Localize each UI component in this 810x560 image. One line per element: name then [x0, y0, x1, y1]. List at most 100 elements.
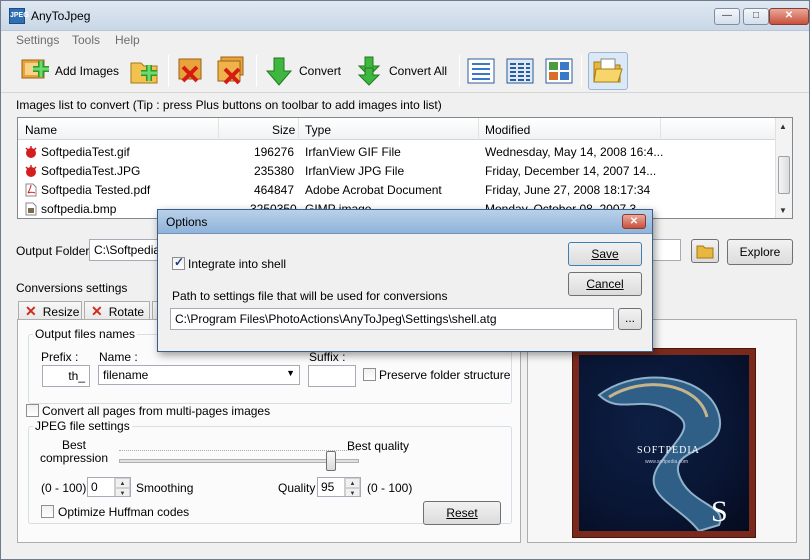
dialog-title-bar: Options ✕	[158, 210, 652, 234]
scroll-up-arrow-icon[interactable]: ▲	[779, 122, 787, 131]
browse-path-button[interactable]: ...	[618, 308, 642, 330]
file-type: Adobe Acrobat Document	[305, 183, 442, 197]
remove-all-icon	[215, 55, 247, 87]
add-folder-button[interactable]	[129, 52, 161, 90]
file-name: SoftpediaTest.gif	[41, 145, 130, 159]
title-bar: JPEG AnyToJpeg — □ ✕	[1, 1, 809, 31]
smoothing-input[interactable]: 0 ▲ ▼	[87, 477, 131, 497]
scrollbar-thumb[interactable]	[778, 156, 790, 194]
group-label: Output files names	[33, 327, 138, 341]
slider-track	[119, 459, 359, 463]
close-button[interactable]: ✕	[769, 8, 809, 25]
tab-rotate[interactable]: ✕ Rotate	[84, 301, 150, 321]
convert-pages-label: Convert all pages from multi-pages image…	[42, 404, 271, 418]
spin-down-icon[interactable]: ▼	[345, 488, 360, 496]
tab-label: Rotate	[108, 304, 145, 319]
menu-tools[interactable]: Tools	[72, 33, 100, 47]
toolbar-separator	[459, 55, 460, 87]
browse-folder-button[interactable]	[691, 239, 719, 263]
list-row[interactable]: Softpedia Tested.pdf 464847 Adobe Acroba…	[18, 180, 776, 199]
menu-settings[interactable]: Settings	[16, 33, 59, 47]
add-images-button[interactable]: Add Images	[19, 52, 119, 90]
column-divider[interactable]	[218, 118, 219, 140]
convert-label: Convert	[299, 64, 342, 78]
details-view-icon	[504, 55, 536, 87]
best-compression-label: Best compression	[39, 438, 109, 465]
view-list-button[interactable]	[465, 52, 497, 90]
quality-slider[interactable]	[119, 447, 359, 475]
add-folder-icon	[129, 55, 161, 87]
thumbnails-view-icon	[543, 55, 575, 87]
smoothing-value: 0	[91, 480, 98, 494]
settings-path-input[interactable]: C:\Program Files\PhotoActions\AnyToJpeg\…	[170, 308, 614, 330]
menu-help[interactable]: Help	[115, 33, 140, 47]
file-name: softpedia.bmp	[41, 202, 117, 216]
remove-all-button[interactable]	[215, 52, 247, 90]
save-button[interactable]: Save	[568, 242, 642, 266]
smoothing-range-label: (0 - 100)	[41, 481, 87, 495]
toolbar: Add Images Convert Convert All	[1, 49, 809, 93]
spin-down-icon[interactable]: ▼	[115, 488, 130, 496]
column-modified[interactable]: Modified	[485, 123, 530, 137]
file-size: 235380	[253, 164, 294, 178]
view-thumbnails-button[interactable]	[543, 52, 575, 90]
minimize-button[interactable]: —	[714, 8, 740, 25]
column-size[interactable]: Size	[272, 123, 295, 137]
spin-up-icon[interactable]: ▲	[345, 478, 360, 488]
options-folder-button[interactable]	[588, 52, 628, 90]
convert-pages-checkbox[interactable]	[26, 404, 39, 417]
quality-label: Quality	[278, 481, 316, 495]
explore-button[interactable]: Explore	[727, 239, 793, 265]
maximize-button[interactable]: □	[743, 8, 769, 25]
list-row[interactable]: SoftpediaTest.gif 196276 IrfanView GIF F…	[18, 142, 776, 161]
irfanview-icon	[24, 164, 38, 178]
options-dialog: Options ✕ Integrate into shell Path to s…	[157, 209, 653, 352]
add-images-icon	[19, 55, 51, 87]
view-details-button[interactable]	[504, 52, 536, 90]
irfanview-icon	[24, 145, 38, 159]
quality-input[interactable]: 95 ▲ ▼	[317, 477, 361, 497]
quality-spinner[interactable]: ▲ ▼	[344, 478, 360, 496]
chevron-down-icon: ▼	[286, 368, 295, 378]
green-double-arrow-icon	[353, 55, 385, 87]
spin-up-icon[interactable]: ▲	[115, 478, 130, 488]
preview-image: SOFTPEDIA www.softpedia.com S	[579, 355, 749, 531]
remove-image-button[interactable]	[175, 52, 207, 90]
tab-resize[interactable]: ✕ Resize	[18, 301, 82, 321]
convert-all-label: Convert All	[389, 64, 448, 78]
name-dropdown[interactable]: filename ▼	[98, 365, 300, 385]
list-scrollbar[interactable]: ▲ ▼	[775, 118, 792, 218]
column-divider[interactable]	[298, 118, 299, 140]
folder-icon	[696, 245, 714, 259]
toolbar-separator	[256, 55, 257, 87]
slider-thumb[interactable]	[326, 451, 336, 471]
conversions-settings-label: Conversions settings	[16, 281, 128, 295]
file-modified: Friday, June 27, 2008 18:17:34	[485, 183, 651, 197]
path-label: Path to settings file that will be used …	[172, 289, 448, 303]
suffix-input[interactable]	[308, 365, 356, 387]
slider-ticks	[119, 450, 359, 453]
list-row[interactable]: SoftpediaTest.JPG 235380 IrfanView JPG F…	[18, 161, 776, 180]
huffman-checkbox[interactable]	[41, 505, 54, 518]
quality-range-label: (0 - 100)	[367, 481, 413, 495]
file-type: IrfanView JPG File	[305, 164, 405, 178]
column-name[interactable]: Name	[25, 123, 57, 137]
column-divider[interactable]	[478, 118, 479, 140]
file-type: IrfanView GIF File	[305, 145, 401, 159]
prefix-input[interactable]: th_	[42, 365, 90, 387]
convert-all-button[interactable]: Convert All	[353, 52, 447, 90]
group-label: JPEG file settings	[33, 419, 132, 433]
images-list[interactable]: Name Size Type Modified SoftpediaTest.gi…	[17, 117, 793, 219]
convert-button[interactable]: Convert	[263, 52, 341, 90]
integrate-shell-checkbox[interactable]	[172, 255, 185, 270]
column-divider[interactable]	[660, 118, 661, 140]
dialog-close-button[interactable]: ✕	[622, 214, 646, 229]
cancel-button[interactable]: Cancel	[568, 272, 642, 296]
preserve-folder-checkbox[interactable]	[363, 368, 376, 381]
prefix-label: Prefix :	[41, 350, 79, 364]
column-type[interactable]: Type	[305, 123, 331, 137]
reset-button[interactable]: Reset	[423, 501, 501, 525]
scroll-down-arrow-icon[interactable]: ▼	[779, 206, 787, 215]
smoothing-spinner[interactable]: ▲ ▼	[114, 478, 130, 496]
image-preview: SOFTPEDIA www.softpedia.com S	[527, 319, 797, 543]
